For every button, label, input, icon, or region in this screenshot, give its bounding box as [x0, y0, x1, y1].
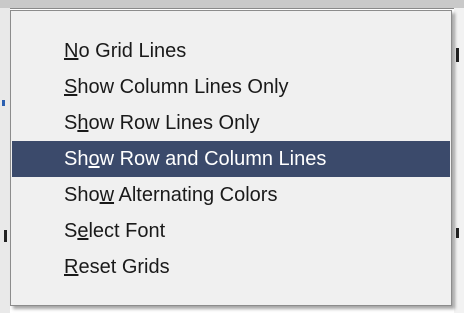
- menu-item-label: Reset Grids: [64, 255, 170, 278]
- background-fragment: [456, 228, 459, 238]
- menu-item-label: Select Font: [64, 219, 166, 242]
- access-key: R: [64, 255, 79, 278]
- context-menu: No Grid Lines Show Column Lines Only Sho…: [10, 10, 452, 306]
- access-key: S: [64, 75, 78, 98]
- menu-item-show-row-lines-only[interactable]: Show Row Lines Only: [12, 105, 450, 141]
- background-window-edge: [0, 8, 10, 313]
- menu-item-show-column-lines-only[interactable]: Show Column Lines Only: [12, 69, 450, 105]
- menu-item-label: Show Row Lines Only: [64, 111, 260, 134]
- access-key: o: [88, 147, 100, 170]
- screen: No Grid Lines Show Column Lines Only Sho…: [0, 0, 464, 313]
- access-key: h: [77, 111, 89, 134]
- background-fragment: [4, 230, 7, 242]
- menu-item-label: Show Alternating Colors: [64, 183, 278, 206]
- access-key: e: [77, 219, 89, 242]
- menu-item-reset-grids[interactable]: Reset Grids: [12, 249, 450, 285]
- access-key: N: [64, 39, 79, 62]
- menu-item-label: Show Column Lines Only: [64, 75, 289, 98]
- access-key: w: [99, 183, 115, 206]
- menu-item-select-font[interactable]: Select Font: [12, 213, 450, 249]
- background-fragment: [456, 48, 459, 62]
- background-fragment: [2, 100, 5, 106]
- menu-item-show-alternating-colors[interactable]: Show Alternating Colors: [12, 177, 450, 213]
- menu-item-label: No Grid Lines: [64, 39, 187, 62]
- menu-item-label: Show Row and Column Lines: [64, 147, 327, 170]
- background-window-edge: [0, 0, 464, 9]
- menu-item-show-row-and-column-lines[interactable]: Show Row and Column Lines: [12, 141, 450, 177]
- menu-item-no-grid-lines[interactable]: No Grid Lines: [12, 33, 450, 69]
